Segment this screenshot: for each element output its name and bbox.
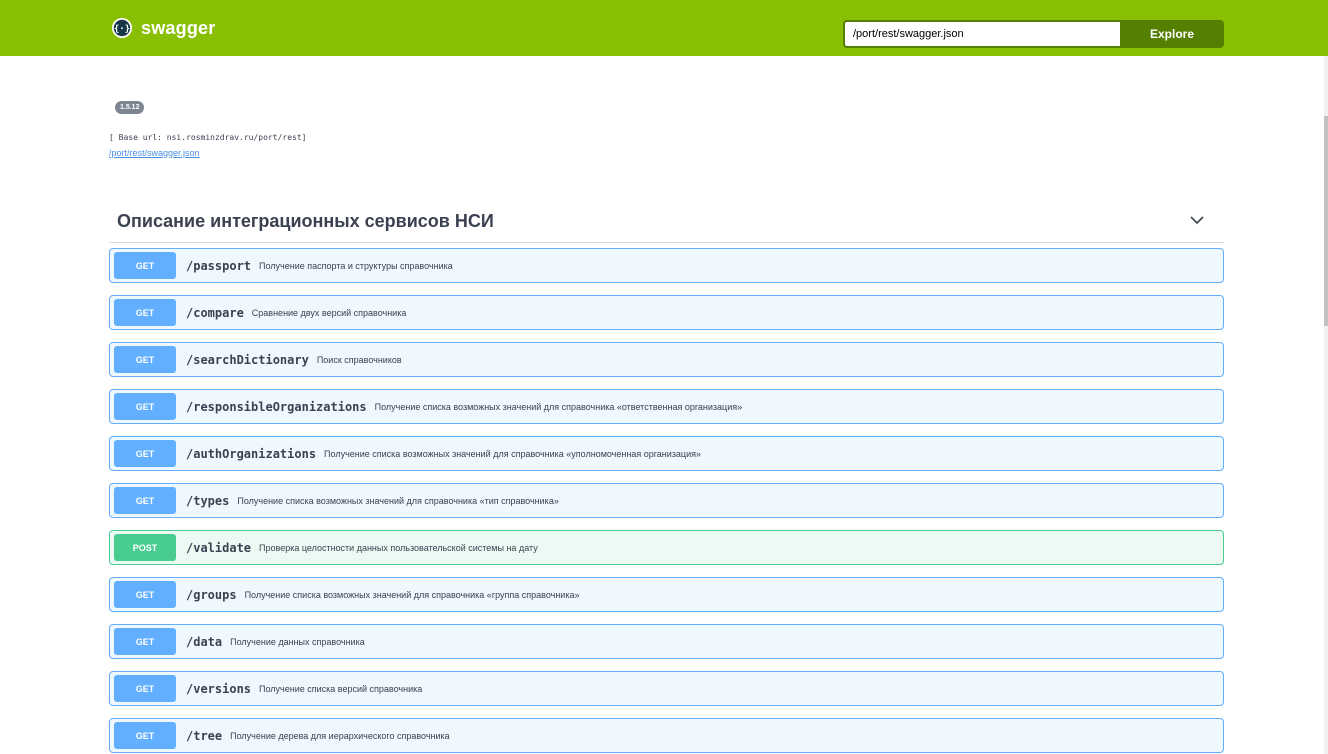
operation-summary: Получение списка возможных значений для … — [324, 448, 701, 459]
tag-section-header[interactable]: Описание интеграционных сервисов НСИ — [109, 203, 1224, 243]
operation-path: /versions — [186, 681, 252, 696]
chevron-down-icon[interactable] — [1190, 215, 1204, 225]
operation-row[interactable]: POST/validate Проверка целостности данных… — [109, 530, 1224, 565]
swagger-logo[interactable]: {·} swagger — [111, 14, 215, 42]
operation-summary: Получение данных справочника — [230, 636, 365, 647]
operation-summary: Получение списка версий справочника — [259, 683, 423, 694]
svg-text:{·}: {·} — [114, 25, 130, 35]
operation-row[interactable]: GET/searchDictionary Поиск справочников — [109, 342, 1224, 377]
spec-url-input[interactable] — [843, 20, 1120, 48]
operation-path: /searchDictionary — [186, 352, 309, 367]
method-badge: GET — [114, 628, 176, 655]
explore-button[interactable]: Explore — [1120, 20, 1224, 48]
operation-summary: Сравнение двух версий справочника — [251, 307, 407, 318]
method-badge: POST — [114, 534, 176, 561]
operation-path: /data — [186, 634, 223, 649]
operation-path: /groups — [186, 587, 237, 602]
swagger-logo-icon: {·} — [112, 18, 132, 38]
spec-link[interactable]: /port/rest/swagger.json — [109, 148, 200, 158]
operation-path: /compare — [186, 305, 244, 320]
operation-summary: Поиск справочников — [316, 354, 402, 365]
operations-list: GET/passport Получение паспорта и структу… — [109, 248, 1224, 754]
operation-row[interactable]: GET/groups Получение списка возможных зна… — [109, 577, 1224, 612]
operation-summary: Проверка целостности данных пользователь… — [259, 542, 538, 553]
operation-summary: Получение списка возможных значений для … — [374, 401, 743, 412]
scrollbar[interactable] — [1324, 56, 1328, 754]
method-badge: GET — [114, 346, 176, 373]
method-badge: GET — [114, 675, 176, 702]
method-badge: GET — [114, 722, 176, 749]
operation-row[interactable]: GET/tree Получение дерева для иерархическ… — [109, 718, 1224, 753]
operation-row[interactable]: GET/authOrganizations Получение списка во… — [109, 436, 1224, 471]
scrollbar-thumb[interactable] — [1324, 116, 1328, 326]
operation-row[interactable]: GET/responsibleOrganizations Получение сп… — [109, 389, 1224, 424]
explore-form: Explore — [843, 20, 1224, 48]
operation-row[interactable]: GET/compare Сравнение двух версий справоч… — [109, 295, 1224, 330]
operation-path: /types — [186, 493, 230, 508]
operation-path: /validate — [186, 540, 252, 555]
operation-row[interactable]: GET/passport Получение паспорта и структу… — [109, 248, 1224, 283]
method-badge: GET — [114, 581, 176, 608]
method-badge: GET — [114, 252, 176, 279]
method-badge: GET — [114, 299, 176, 326]
base-url: [ Base url: nsi.rosminzdrav.ru/port/rest… — [109, 133, 307, 142]
version-badge: 1.5.12 — [115, 101, 145, 114]
operation-path: /tree — [186, 728, 223, 743]
operation-path: /passport — [186, 258, 252, 273]
logo-text: swagger — [141, 17, 216, 38]
method-badge: GET — [114, 393, 176, 420]
operation-summary: Получение дерева для иерархического спра… — [230, 730, 450, 741]
tag-title: Описание интеграционных сервисов НСИ — [117, 211, 494, 231]
method-badge: GET — [114, 440, 176, 467]
topbar: {·} swagger Explore — [0, 0, 1328, 56]
operation-summary: Получение списка возможных значений для … — [244, 589, 580, 600]
operation-row[interactable]: GET/versions Получение списка версий спра… — [109, 671, 1224, 706]
operation-row[interactable]: GET/data Получение данных справочника — [109, 624, 1224, 659]
method-badge: GET — [114, 487, 176, 514]
operation-row[interactable]: GET/types Получение списка возможных знач… — [109, 483, 1224, 518]
operation-path: /responsibleOrganizations — [186, 399, 367, 414]
operation-summary: Получение паспорта и структуры справочни… — [259, 260, 453, 271]
operation-summary: Получение списка возможных значений для … — [237, 495, 559, 506]
operation-path: /authOrganizations — [186, 446, 317, 461]
